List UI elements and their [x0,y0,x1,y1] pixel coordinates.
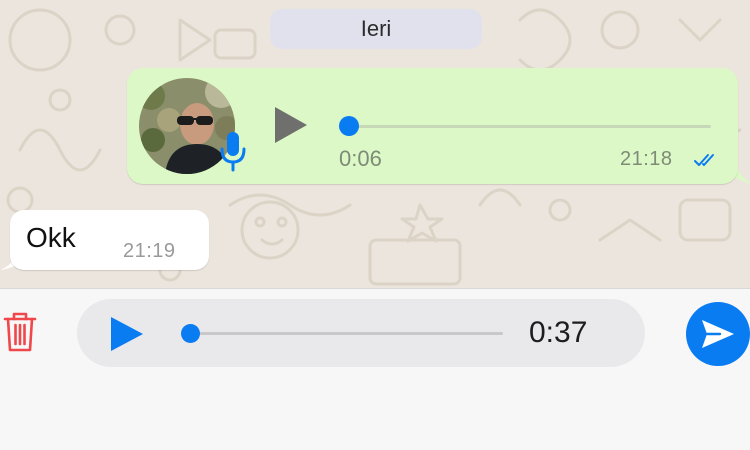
chat-screen: Ieri 0:06 21:18 Okk 21:19 0:37 [0,0,750,450]
message-timestamp: 21:18 [620,148,673,170]
outgoing-voice-message[interactable]: 0:06 21:18 [127,68,738,184]
send-button[interactable] [686,302,750,366]
voice-recording-composer: 0:37 [0,288,750,450]
play-icon[interactable] [109,315,145,353]
voice-progress-track[interactable] [347,125,711,128]
recording-progress-knob[interactable] [181,324,200,343]
play-icon[interactable] [273,105,309,145]
date-separator: Ieri [270,9,482,49]
send-icon [702,320,734,348]
recording-progress-track[interactable] [189,332,503,335]
voice-duration: 0:06 [339,146,382,171]
double-check-icon [694,154,714,166]
message-text: Okk [26,222,76,253]
trash-icon[interactable] [3,311,37,353]
recording-duration: 0:37 [529,316,588,349]
chat-message-area[interactable]: Ieri 0:06 21:18 Okk 21:19 [0,0,750,288]
incoming-text-message[interactable]: Okk 21:19 [10,210,209,270]
microphone-icon [220,132,246,172]
message-timestamp: 21:19 [123,240,176,262]
recording-preview-player: 0:37 [77,299,645,367]
date-separator-label: Ieri [360,16,392,41]
voice-progress-knob[interactable] [339,116,359,136]
